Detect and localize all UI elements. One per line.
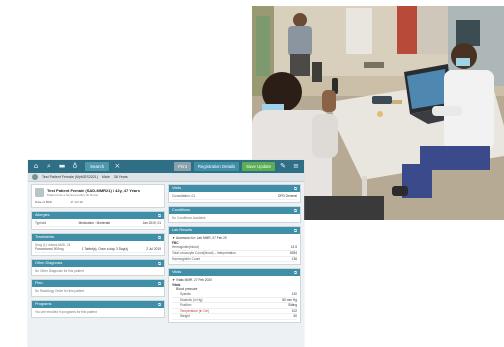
conditions-title: Conditions <box>172 207 190 212</box>
conditions-card: Conditions ⧉ No Conditions Available <box>168 205 301 224</box>
lab-test-value: 6354 <box>289 250 297 255</box>
conditions-text: No Conditions Available <box>172 215 206 220</box>
treatment-name: Paracetamol 500mg <box>35 247 64 252</box>
external-link-icon[interactable]: ⧉ <box>294 227 297 234</box>
lab-test-name: Hemoglobin(blood) <box>172 245 199 250</box>
external-link-icon[interactable]: ⧉ <box>158 212 161 219</box>
patient-photo <box>35 188 44 197</box>
vital-value: 102 <box>291 308 297 313</box>
right-column: Visits ⧉ Consultation, 01 OPD General Con… <box>168 184 301 347</box>
search-icon[interactable]: ⌕ <box>44 162 54 171</box>
patient-bar: Test Patient Female (MyMDS2021) Male 38 … <box>28 173 304 182</box>
visit-name[interactable]: Consultation, 01 <box>172 194 195 199</box>
allergies-title: Allergies <box>35 213 50 217</box>
plan-card: Plan ⧉ No Radiology Order for this patien… <box>31 279 165 297</box>
lab-test-value: 13.5 <box>290 245 297 250</box>
save-update-button[interactable]: Save Update <box>242 162 275 171</box>
external-link-icon[interactable]: ⧉ <box>294 269 297 276</box>
patient-info-card: Test Patient Female (SAD-MMR21) / 42y, 4… <box>31 184 165 208</box>
patient-bar-name[interactable]: Test Patient Female (MyMDS2021) <box>42 175 98 179</box>
lab-results-card: Lab Results ⧉ ▼ Accession for: Lab MMR, 2… <box>168 226 301 266</box>
visits-card: Visits ⧉ Consultation, 01 OPD General <box>168 184 301 203</box>
plan-title: Plan <box>35 281 43 286</box>
allergy-row: Typhoid Medication : Moderate Jan 2019, … <box>35 221 161 227</box>
patient-avatar <box>32 174 38 180</box>
vital-value: 120 <box>291 291 297 296</box>
visit-value: OPD General <box>277 194 297 198</box>
left-column: Test Patient Female (SAD-MMR21) / 42y, 4… <box>31 184 165 347</box>
lab-test-name: Haemoglobin Count <box>172 256 201 261</box>
vital-name: Weight <box>180 314 190 319</box>
allergy-name: Typhoid <box>35 221 47 225</box>
visits-title: Visits <box>172 186 182 190</box>
tab-close-icon[interactable]: × <box>112 162 122 171</box>
home-icon[interactable]: ⌂ <box>31 162 41 171</box>
other-diagnosis-text: No Other Diagnosis for this patient <box>35 268 84 273</box>
allergy-date: Jan 2019, 01 <box>142 221 161 225</box>
external-link-icon[interactable]: ⧉ <box>294 185 297 192</box>
registration-details-button[interactable]: Registration Details <box>193 162 240 171</box>
programs-title: Programs <box>35 301 52 306</box>
dob-label: Date of Birth <box>35 200 53 204</box>
external-link-icon[interactable]: ⧉ <box>158 234 161 241</box>
vital-value: Sitting <box>288 303 297 308</box>
print-button[interactable]: Print <box>174 162 191 171</box>
treatment-date: 2 Jul 2019 <box>146 247 161 252</box>
menu-icon[interactable]: ≡ <box>291 162 301 171</box>
vital-name: Temperature (in Cel) <box>180 308 210 313</box>
programs-text: You are enrolled in programs for this pa… <box>35 309 97 314</box>
external-link-icon[interactable]: ⧉ <box>158 301 161 308</box>
vital-row: Weight 60 <box>172 314 297 320</box>
external-link-icon[interactable]: ⧉ <box>158 280 161 287</box>
other-diagnosis-title: Other Diagnosis <box>35 260 63 265</box>
visit-row[interactable]: Consultation, 01 OPD General <box>172 194 297 200</box>
external-link-icon[interactable]: ⧉ <box>158 260 161 267</box>
external-link-icon[interactable]: ⧉ <box>294 207 297 214</box>
app-toolbar: ⌂ ⌕ ▬ ♁ Search × Print Registration Deta… <box>28 160 304 173</box>
vital-value: 80 mm Hg <box>282 297 297 302</box>
stethoscope-icon[interactable]: ♁ <box>70 162 80 171</box>
dashboard-columns: Test Patient Female (SAD-MMR21) / 42y, 4… <box>31 184 301 347</box>
search-tab[interactable]: Search <box>85 162 110 171</box>
patient-bar-sex: Male <box>101 175 110 179</box>
vital-name: Diastolic (in Hg) <box>180 297 203 302</box>
treatments-card: Treatments ⧉ Drug (1) Unless AMD, 24 Para… <box>31 232 165 256</box>
lab-row: Haemoglobin Count 136 <box>172 257 297 263</box>
vitals-title: Vitals <box>172 270 182 275</box>
allergy-detail: Medication : Moderate <box>78 221 111 225</box>
dob-value: 17 Jul 19 <box>70 200 83 204</box>
treatments-title: Treatments <box>35 234 55 239</box>
treatment-detail: 1 Tablet(s), Once a day, 3 Day(s) <box>81 247 129 252</box>
emr-screenshot: ⌂ ⌕ ▬ ♁ Search × Print Registration Deta… <box>28 160 304 347</box>
lab-test-name: Total Leucocyte Count(blood) – Interpret… <box>172 250 236 255</box>
vital-name: Systolic <box>180 291 191 296</box>
vitals-card: Vitals ⧉ ▼ Vitals MMR, 27 Feb 2020 Vitals… <box>168 268 301 323</box>
programs-card: Programs ⧉ You are enrolled in programs f… <box>31 299 165 318</box>
treatment-row: Paracetamol 500mg 1 Tablet(s), Once a da… <box>35 247 161 253</box>
other-diagnosis-card: Other Diagnosis ⧉ No Other Diagnosis for … <box>31 258 165 277</box>
bed-icon[interactable]: ▬ <box>57 162 67 171</box>
plan-text: No Radiology Order for this patient <box>35 289 85 294</box>
allergies-card: Allergies ⧉ Typhoid Medication : Moderate… <box>31 211 165 230</box>
lab-test-value: 136 <box>291 256 297 261</box>
vital-value: 60 <box>293 314 297 319</box>
lab-results-title: Lab Results <box>172 228 193 233</box>
patient-bar-age: 38 Years <box>113 175 128 179</box>
edit-icon[interactable]: ✎ <box>278 162 288 171</box>
vital-name: Position <box>180 303 192 308</box>
patient-subtitle: Patient has a Serious policy ID Nurse <box>47 193 99 197</box>
